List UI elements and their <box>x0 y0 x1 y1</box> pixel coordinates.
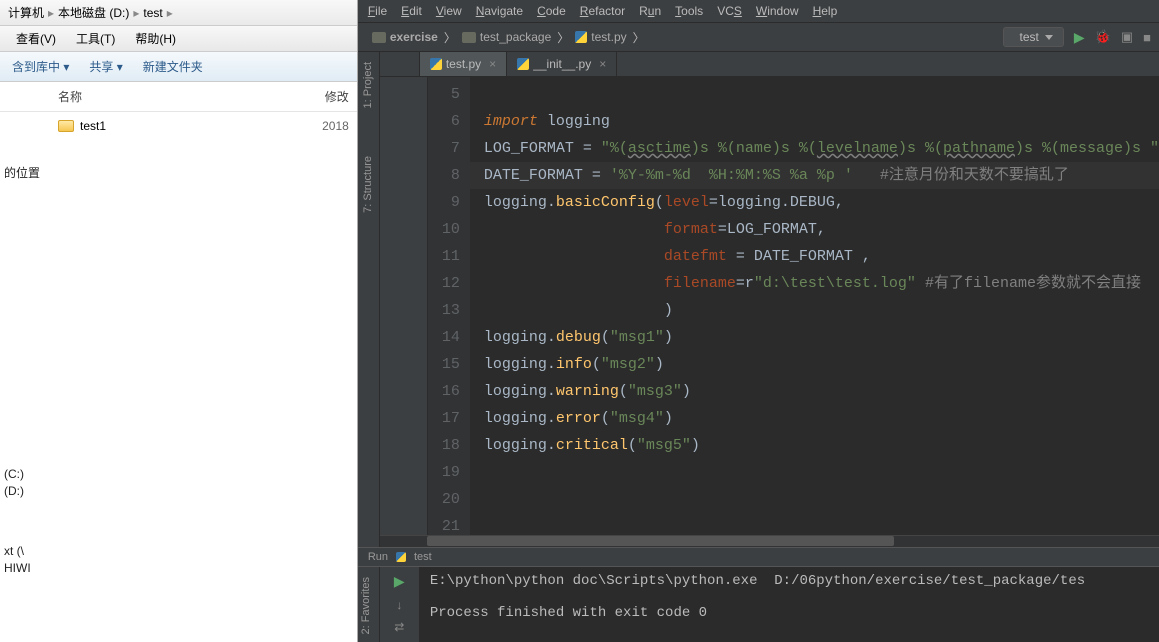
path-sep: ▸ <box>133 6 139 20</box>
explorer-nav-fragments: 的位置 (C:) (D:) xt (\ HIWI <box>0 157 44 582</box>
editor-left-stripe <box>380 77 428 535</box>
run-button[interactable]: ▶ <box>1074 29 1085 46</box>
line-gutter: 56789101112131415161718192021 <box>428 77 470 535</box>
close-icon[interactable]: × <box>599 57 606 71</box>
path-sep: ▸ <box>48 6 54 20</box>
debug-button[interactable]: 🐞 <box>1095 29 1111 45</box>
ide-window: File Edit View Navigate Code Refactor Ru… <box>358 0 1159 642</box>
menu-window[interactable]: Window <box>756 4 799 18</box>
folder-icon <box>372 32 386 43</box>
breadcrumb[interactable]: test.py <box>569 28 632 46</box>
code-editor[interactable]: 56789101112131415161718192021 import log… <box>428 77 1159 535</box>
explorer-window: 计算机 ▸ 本地磁盘 (D:) ▸ test ▸ 查看(V) 工具(T) 帮助(… <box>0 0 358 642</box>
explorer-toolbar: 含到库中 ▾ 共享 ▾ 新建文件夹 <box>0 52 357 82</box>
code-area[interactable]: import loggingLOG_FORMAT = "%(asctime)s … <box>470 77 1159 535</box>
horizontal-scrollbar[interactable] <box>380 535 1159 547</box>
menu-edit[interactable]: Edit <box>401 4 422 18</box>
run-gutter: ▶ ↓ ⇄ <box>380 567 420 642</box>
path-seg[interactable]: test <box>143 6 162 20</box>
stop-button[interactable]: ↓ <box>396 598 402 612</box>
menu-vcs[interactable]: VCS <box>717 4 742 18</box>
col-blank <box>8 88 58 105</box>
menu-tools[interactable]: 工具(T) <box>76 30 115 47</box>
menu-tools[interactable]: Tools <box>675 4 703 18</box>
chevron-down-icon <box>1045 35 1053 40</box>
path-seg[interactable]: 本地磁盘 (D:) <box>58 4 129 21</box>
run-label[interactable]: Run <box>368 551 388 563</box>
explorer-columns: 名称 修改 <box>0 82 357 112</box>
breadcrumb[interactable]: test_package <box>456 28 557 46</box>
path-sep: ▸ <box>167 6 173 20</box>
menu-refactor[interactable]: Refactor <box>580 4 625 18</box>
editor-tab[interactable]: test.py × <box>420 52 507 76</box>
ide-menu-bar: File Edit View Navigate Code Refactor Ru… <box>358 0 1159 23</box>
tab-spacer <box>380 52 420 76</box>
col-name[interactable]: 名称 <box>58 88 309 105</box>
python-icon <box>517 58 529 70</box>
run-config-selector[interactable]: test <box>1003 27 1064 47</box>
menu-run[interactable]: Run <box>639 4 661 18</box>
python-icon <box>430 58 442 70</box>
python-icon <box>396 552 406 562</box>
menu-view[interactable]: View <box>436 4 462 18</box>
coverage-button[interactable]: ▣ <box>1121 29 1133 45</box>
menu-code[interactable]: Code <box>537 4 566 18</box>
stop-button[interactable]: ■ <box>1143 30 1151 45</box>
project-tool-tab[interactable]: 1: Project <box>360 58 376 112</box>
structure-tool-tab[interactable]: 7: Structure <box>360 152 376 217</box>
file-name: test1 <box>80 119 106 133</box>
run-output[interactable]: E:\python\python doc\Scripts\python.exe … <box>420 567 1159 642</box>
python-icon <box>575 31 587 43</box>
ide-nav-bar: exercise 〉 test_package 〉 test.py 〉 test… <box>358 23 1159 52</box>
file-modified: 2018 <box>309 119 349 133</box>
toolbar-share[interactable]: 共享 ▾ <box>89 58 122 75</box>
menu-help[interactable]: Help <box>813 4 838 18</box>
folder-icon <box>58 120 74 132</box>
path-seg[interactable]: 计算机 <box>8 4 44 21</box>
explorer-menu-bar: 查看(V) 工具(T) 帮助(H) <box>0 26 357 52</box>
menu-view[interactable]: 查看(V) <box>16 30 56 47</box>
explorer-file-list[interactable]: test1 2018 <box>0 112 357 642</box>
breadcrumb[interactable]: exercise <box>366 28 444 46</box>
menu-navigate[interactable]: Navigate <box>476 4 523 18</box>
explorer-path-bar[interactable]: 计算机 ▸ 本地磁盘 (D:) ▸ test ▸ <box>0 0 357 26</box>
folder-icon <box>462 32 476 43</box>
close-icon[interactable]: × <box>489 57 496 71</box>
rerun-button[interactable]: ▶ <box>394 573 405 590</box>
run-tool-window: Run test 2: Favorites ▶ ↓ ⇄ E:\python\py… <box>358 547 1159 642</box>
favorites-tool-tab[interactable]: 2: Favorites <box>358 569 379 642</box>
editor-tab[interactable]: __init__.py × <box>507 52 617 76</box>
toolbar-include-library[interactable]: 含到库中 ▾ <box>12 58 69 75</box>
menu-help[interactable]: 帮助(H) <box>135 30 176 47</box>
menu-file[interactable]: File <box>368 4 387 18</box>
scrollbar-thumb[interactable] <box>427 536 895 546</box>
editor-tabs: test.py × __init__.py × <box>380 52 1159 77</box>
file-row[interactable]: test1 2018 <box>8 116 349 136</box>
run-config-name: test <box>414 551 432 563</box>
toggle-button[interactable]: ⇄ <box>394 620 404 634</box>
toolbar-new-folder[interactable]: 新建文件夹 <box>143 58 203 75</box>
col-modified[interactable]: 修改 <box>309 88 349 105</box>
left-tool-tabs: 1: Project 7: Structure <box>358 52 380 547</box>
